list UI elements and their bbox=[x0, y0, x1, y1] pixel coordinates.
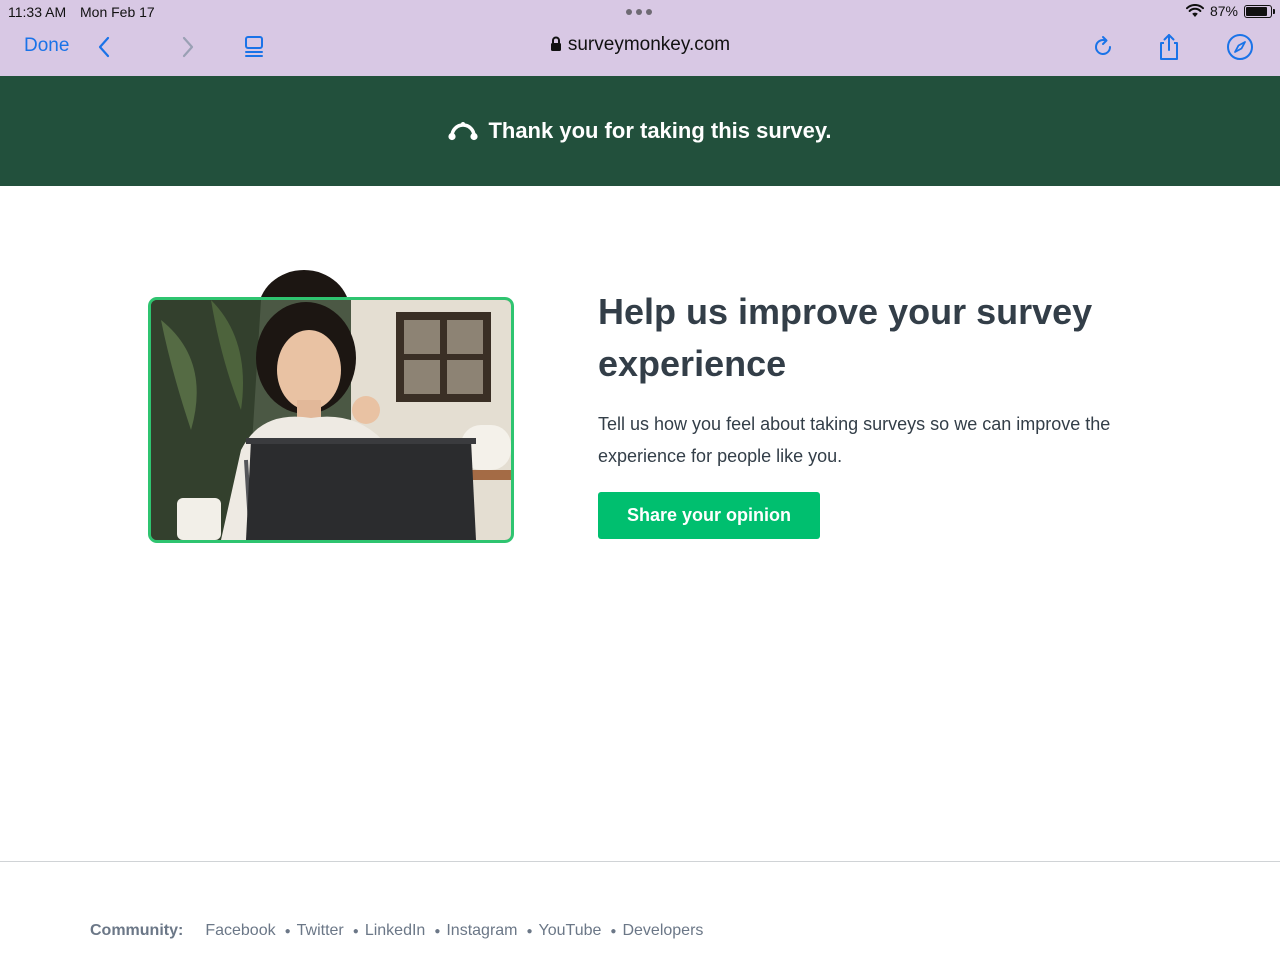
url-text: surveymonkey.com bbox=[567, 34, 731, 55]
banner-text: Thank you for taking this survey. bbox=[488, 118, 832, 143]
multitasking-dots-icon[interactable] bbox=[626, 9, 652, 15]
battery-level bbox=[1246, 6, 1267, 16]
status-time: 11:33 AM bbox=[8, 4, 67, 20]
reload-icon[interactable] bbox=[1089, 33, 1117, 61]
page-description: Tell us how you feel about taking survey… bbox=[598, 414, 1111, 466]
lock-icon bbox=[550, 36, 561, 51]
browser-toolbar: Done surveymonkey.com bbox=[0, 24, 1280, 70]
community-label: Community: bbox=[90, 922, 184, 939]
status-bar: 11:33 AM Mon Feb 17 87% bbox=[0, 0, 1280, 24]
footer-link-developers[interactable]: Developers bbox=[622, 922, 703, 940]
battery-icon bbox=[1244, 4, 1275, 18]
link-separator: ● bbox=[526, 925, 533, 937]
thank-you-banner: Thank you for taking this survey. bbox=[0, 76, 1280, 186]
footer-link-linkedin[interactable]: LinkedIn bbox=[365, 922, 426, 940]
browser-chrome: 11:33 AM Mon Feb 17 87% Done surveymonke… bbox=[0, 0, 1280, 76]
hero-photo-woman-at-laptop bbox=[148, 297, 514, 543]
footer-link-instagram[interactable]: Instagram bbox=[446, 922, 517, 940]
link-separator: ● bbox=[284, 925, 291, 937]
footer-link-facebook[interactable]: Facebook bbox=[205, 922, 275, 940]
link-separator: ● bbox=[352, 925, 359, 937]
link-separator: ● bbox=[434, 925, 441, 937]
footer-community-links: Community: Facebook ● Twitter ● LinkedIn… bbox=[90, 922, 703, 940]
battery-percent: 87% bbox=[1209, 3, 1238, 19]
status-date: Mon Feb 17 bbox=[80, 4, 155, 20]
share-opinion-button[interactable]: Share your opinion bbox=[598, 492, 820, 539]
surveymonkey-logo-icon bbox=[448, 120, 479, 142]
wifi-icon bbox=[1185, 4, 1204, 17]
footer-link-youtube[interactable]: YouTube bbox=[539, 922, 602, 940]
footer-link-twitter[interactable]: Twitter bbox=[297, 922, 344, 940]
address-bar[interactable]: surveymonkey.com bbox=[0, 34, 1280, 56]
footer-divider bbox=[0, 861, 1280, 862]
page-headline: Help us improve your survey experience bbox=[598, 291, 1093, 384]
status-indicators: 87% bbox=[1185, 3, 1275, 19]
compass-icon[interactable] bbox=[1226, 33, 1254, 61]
link-separator: ● bbox=[610, 925, 617, 937]
share-icon[interactable] bbox=[1155, 33, 1183, 61]
